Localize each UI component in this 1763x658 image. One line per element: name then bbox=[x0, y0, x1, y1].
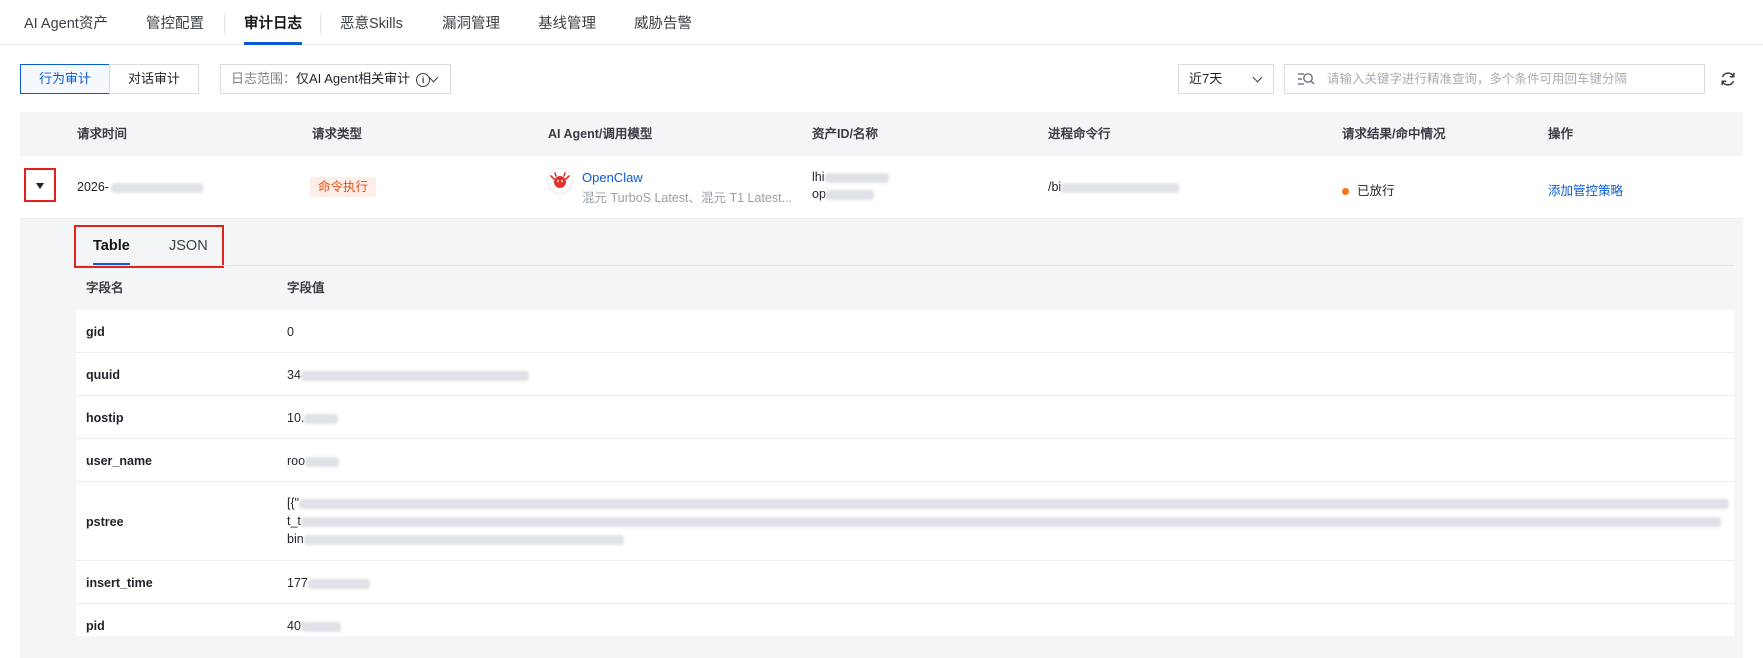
field-value-line3: bin bbox=[287, 532, 304, 546]
col-agent-model: AI Agent/调用模型 bbox=[548, 127, 653, 141]
field-value-cell: 40 bbox=[287, 619, 341, 633]
agent-models-text: 混元 TurboS Latest、混元 T1 Latest... bbox=[582, 191, 793, 205]
log-scope-select[interactable]: 日志范围：仅AI Agent相关审计 i bbox=[220, 64, 451, 94]
redacted-mask bbox=[300, 516, 1721, 527]
field-value-cell: roo bbox=[287, 454, 340, 468]
detail-row: user_name roo bbox=[76, 439, 1734, 482]
asset-name-cell: op bbox=[812, 187, 874, 201]
request-time-cell: 2026- bbox=[77, 180, 203, 194]
redacted-mask bbox=[303, 534, 624, 545]
row-expand-toggle[interactable] bbox=[24, 168, 56, 202]
field-value: roo bbox=[287, 454, 306, 468]
status-dot bbox=[1342, 188, 1349, 196]
detail-row: pstree [{" t_t bin bbox=[76, 482, 1734, 561]
field-value-cell: t_t bbox=[287, 514, 1721, 528]
redacted-mask bbox=[1061, 182, 1180, 193]
tab-ai-agent-assets[interactable]: AI Agent资产 bbox=[24, 0, 108, 44]
redacted-mask bbox=[304, 413, 339, 424]
tab-vulnerability[interactable]: 漏洞管理 bbox=[442, 0, 500, 44]
field-value: [{" bbox=[287, 496, 300, 510]
caret-down-icon bbox=[36, 183, 44, 189]
agent-name-link[interactable]: OpenClaw bbox=[582, 170, 643, 185]
time-range-select[interactable]: 近7天 bbox=[1178, 64, 1274, 94]
col-cmdline: 进程命令行 bbox=[1048, 127, 1111, 141]
detail-row: insert_time 177 bbox=[76, 561, 1734, 604]
tab-threat-alert[interactable]: 威胁告警 bbox=[634, 0, 692, 44]
add-control-policy-link[interactable]: 添加管控策略 bbox=[1548, 180, 1623, 199]
detail-tab-table[interactable]: Table bbox=[93, 238, 130, 266]
redacted-mask bbox=[300, 370, 529, 381]
cmdline-value: /bi bbox=[1048, 180, 1062, 194]
field-name: pstree bbox=[86, 515, 124, 529]
field-value-line2: t_t bbox=[287, 514, 301, 528]
request-type-badge: 命令执行 bbox=[310, 177, 377, 197]
field-value: 0 bbox=[287, 325, 294, 339]
redacted-mask bbox=[299, 498, 1730, 509]
col-request-time: 请求时间 bbox=[77, 127, 128, 141]
time-range-value: 近7天 bbox=[1189, 71, 1223, 86]
openclaw-logo-icon bbox=[547, 168, 573, 194]
result-cell: 已放行 bbox=[1342, 180, 1395, 199]
dialog-audit-button[interactable]: 对话审计 bbox=[109, 64, 199, 94]
asset-name-value: op bbox=[812, 187, 826, 201]
table-header: 请求时间 请求类型 AI Agent/调用模型 资产ID/名称 进程命令行 请求… bbox=[20, 112, 1743, 156]
field-value-cell: 34 bbox=[287, 368, 529, 382]
detail-row: gid 0 bbox=[76, 310, 1734, 353]
chevron-down-icon bbox=[1252, 72, 1263, 83]
info-icon[interactable]: i bbox=[416, 72, 431, 87]
field-name: user_name bbox=[86, 454, 153, 468]
field-value: 34 bbox=[287, 368, 301, 382]
detail-row: pid 40 bbox=[76, 604, 1734, 636]
redacted-mask bbox=[305, 456, 340, 467]
col-action: 操作 bbox=[1548, 127, 1574, 141]
field-value-cell: bin bbox=[287, 532, 624, 546]
col-result: 请求结果/命中情况 bbox=[1342, 127, 1446, 141]
redacted-mask bbox=[825, 189, 874, 200]
tab-malicious-skills[interactable]: 恶意Skills bbox=[340, 0, 403, 44]
col-field-value: 字段值 bbox=[287, 281, 325, 295]
cmdline-cell: /bi bbox=[1048, 180, 1180, 194]
field-value: 177 bbox=[287, 576, 308, 590]
chevron-down-icon bbox=[428, 72, 439, 83]
field-value-cell: 177 bbox=[287, 576, 370, 590]
field-value-cell: 10. bbox=[287, 411, 339, 425]
nav-divider bbox=[320, 15, 321, 33]
filter-search-icon bbox=[1298, 73, 1315, 85]
detail-row: hostip 10. bbox=[76, 396, 1734, 439]
field-name: pid bbox=[86, 619, 105, 633]
detail-row: quuid 34 bbox=[76, 353, 1734, 396]
tab-baseline[interactable]: 基线管理 bbox=[538, 0, 596, 44]
field-name: insert_time bbox=[86, 576, 153, 590]
asset-id-value: lhi bbox=[812, 170, 825, 184]
redacted-mask bbox=[824, 172, 889, 183]
top-nav: AI Agent资产 管控配置 审计日志 恶意Skills 漏洞管理 基线管理 … bbox=[0, 0, 1763, 45]
search-box[interactable] bbox=[1284, 64, 1705, 94]
detail-tab-json[interactable]: JSON bbox=[169, 238, 208, 254]
asset-id-cell: lhi bbox=[812, 170, 889, 184]
refresh-icon[interactable] bbox=[1718, 69, 1738, 89]
field-value-cell: [{" bbox=[287, 496, 1730, 510]
search-input[interactable] bbox=[1327, 65, 1697, 93]
redacted-mask bbox=[300, 621, 341, 632]
field-name: quuid bbox=[86, 368, 121, 382]
detail-table-header: 字段名 字段值 bbox=[76, 266, 1734, 310]
col-asset: 资产ID/名称 bbox=[812, 127, 878, 141]
tab-audit-log[interactable]: 审计日志 bbox=[244, 0, 302, 45]
redacted-mask bbox=[110, 182, 203, 193]
result-value: 已放行 bbox=[1357, 184, 1395, 198]
field-value: 40 bbox=[287, 619, 301, 633]
request-time-value: 2026- bbox=[77, 180, 109, 194]
col-field-name: 字段名 bbox=[86, 281, 124, 295]
col-request-type: 请求类型 bbox=[312, 127, 363, 141]
table-row[interactable]: 2026- 命令执行 OpenClaw 混元 TurboS Latest、混元 … bbox=[20, 156, 1743, 219]
redacted-mask bbox=[307, 578, 370, 589]
tab-control-config[interactable]: 管控配置 bbox=[146, 0, 204, 44]
field-name: gid bbox=[86, 325, 105, 339]
field-value: 10. bbox=[287, 411, 305, 425]
nav-divider bbox=[224, 15, 225, 33]
behavior-audit-button[interactable]: 行为审计 bbox=[20, 64, 110, 94]
log-scope-label: 日志范围： bbox=[231, 71, 297, 86]
log-scope-value: 仅AI Agent相关审计 bbox=[296, 71, 411, 86]
field-name: hostip bbox=[86, 411, 124, 425]
